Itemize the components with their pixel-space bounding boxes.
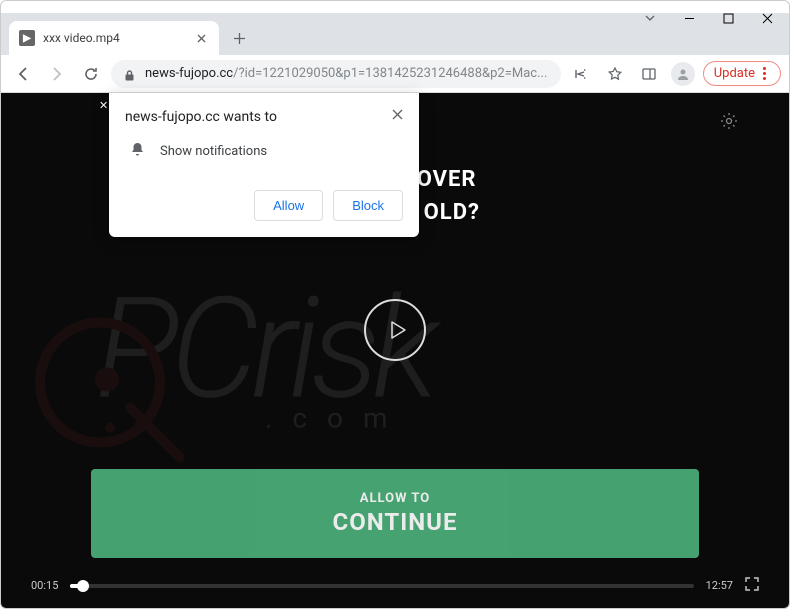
new-tab-button[interactable] bbox=[225, 24, 253, 52]
browser-toolbar: news-fujopo.cc/?id=1221029050&p1=1381425… bbox=[1, 55, 789, 93]
window-minimize-icon[interactable] bbox=[684, 9, 695, 28]
tab-favicon-icon: ▶ bbox=[19, 30, 35, 46]
profile-avatar[interactable] bbox=[669, 60, 697, 88]
url-text: news-fujopo.cc/?id=1221029050&p1=1381425… bbox=[145, 66, 549, 81]
lock-icon bbox=[123, 67, 137, 81]
progress-bar[interactable] bbox=[70, 584, 693, 588]
address-bar[interactable]: news-fujopo.cc/?id=1221029050&p1=1381425… bbox=[111, 60, 561, 88]
permission-request-text: Show notifications bbox=[160, 144, 267, 159]
forward-button[interactable] bbox=[43, 60, 71, 88]
fullscreen-icon[interactable] bbox=[745, 577, 759, 594]
permission-title: news-fujopo.cc wants to bbox=[125, 109, 277, 125]
side-panel-icon[interactable] bbox=[635, 60, 663, 88]
tab-title: xxx video.mp4 bbox=[43, 31, 185, 45]
continue-line2: CONTINUE bbox=[91, 508, 699, 536]
window-maximize-icon[interactable] bbox=[723, 9, 734, 28]
share-icon[interactable] bbox=[567, 60, 595, 88]
overlay-close-icon[interactable]: ✕ bbox=[99, 99, 108, 112]
gear-icon[interactable] bbox=[719, 111, 739, 135]
video-controls: 00:15 12:57 bbox=[31, 577, 759, 594]
play-button[interactable] bbox=[364, 299, 426, 361]
update-label: Update bbox=[714, 66, 755, 81]
menu-icon[interactable] bbox=[759, 67, 770, 80]
continue-button[interactable]: ALLOW TO CONTINUE bbox=[91, 469, 699, 558]
update-button[interactable]: Update bbox=[703, 61, 781, 86]
tab-close-icon[interactable] bbox=[193, 30, 209, 46]
window-close-icon[interactable] bbox=[762, 9, 773, 28]
browser-tab[interactable]: ▶ xxx video.mp4 bbox=[9, 21, 219, 55]
duration: 12:57 bbox=[706, 579, 733, 592]
continue-line1: ALLOW TO bbox=[91, 491, 699, 506]
current-time: 00:15 bbox=[31, 579, 58, 592]
reload-button[interactable] bbox=[77, 60, 105, 88]
allow-button[interactable]: Allow bbox=[254, 190, 323, 221]
permission-close-icon[interactable] bbox=[392, 109, 403, 124]
window-dropdown-icon[interactable] bbox=[644, 9, 656, 28]
block-button[interactable]: Block bbox=[333, 190, 403, 221]
progress-thumb[interactable] bbox=[77, 580, 89, 592]
back-button[interactable] bbox=[9, 60, 37, 88]
bookmark-icon[interactable] bbox=[601, 60, 629, 88]
permission-dialog: news-fujopo.cc wants to Show notificatio… bbox=[109, 93, 419, 237]
bell-icon bbox=[129, 141, 146, 162]
